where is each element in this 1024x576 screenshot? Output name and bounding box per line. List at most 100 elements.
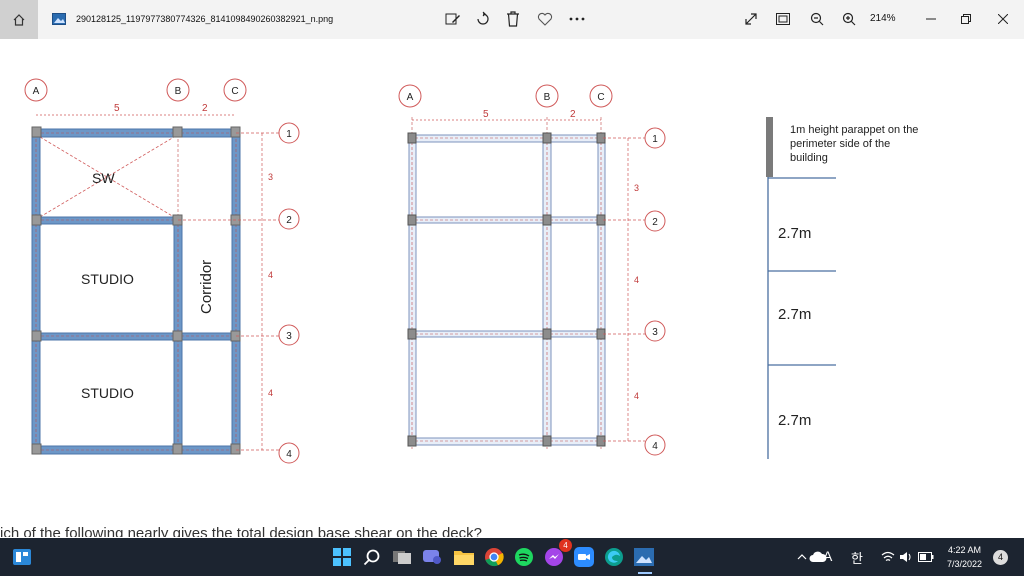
plan2-row-label-2: 2 bbox=[652, 217, 658, 228]
plan1-span-ab: 5 bbox=[114, 103, 120, 114]
plan2-col-label-c: C bbox=[597, 92, 604, 103]
plan2-col-label-a: A bbox=[407, 92, 414, 103]
storey-height-top: 2.7m bbox=[778, 225, 811, 242]
restore-icon bbox=[961, 14, 971, 24]
heart-icon bbox=[537, 12, 553, 26]
close-button[interactable] bbox=[992, 8, 1014, 30]
expand-button[interactable] bbox=[740, 8, 762, 30]
plan1-col-label-b: B bbox=[175, 86, 182, 97]
widgets-icon bbox=[13, 549, 31, 565]
start-button[interactable] bbox=[330, 545, 354, 569]
parapet-note-line-3: building bbox=[790, 152, 828, 164]
notification-center-count[interactable]: 4 bbox=[993, 550, 1008, 565]
zoom-out-button[interactable] bbox=[806, 8, 828, 30]
input-language-a[interactable]: A bbox=[823, 548, 832, 564]
active-app-indicator bbox=[638, 572, 652, 574]
rotate-button[interactable] bbox=[472, 8, 494, 30]
clock-time[interactable]: 4:22 AM bbox=[948, 545, 981, 555]
plan2-row-label-3: 3 bbox=[652, 327, 658, 338]
minimize-icon bbox=[926, 18, 936, 20]
plan2-row-label-4: 4 bbox=[652, 441, 658, 452]
home-icon bbox=[13, 13, 25, 26]
edit-image-icon bbox=[445, 13, 460, 25]
plan2-span-ab: 5 bbox=[483, 109, 489, 120]
widgets-button[interactable] bbox=[10, 545, 34, 569]
parapet-note-line-2: perimeter side of the bbox=[790, 138, 890, 150]
favorite-button[interactable] bbox=[534, 8, 556, 30]
home-button[interactable] bbox=[0, 0, 38, 39]
spotify-icon bbox=[515, 548, 533, 566]
task-view-button[interactable] bbox=[390, 545, 414, 569]
taskbar: 4 A 한 4:22 AM 7/3/2022 4 bbox=[0, 538, 1024, 576]
plan2-span-12: 3 bbox=[634, 183, 639, 193]
task-view-icon bbox=[393, 551, 411, 564]
room-label-corridor: Corridor bbox=[198, 260, 215, 314]
photos-button[interactable] bbox=[632, 545, 656, 569]
chrome-icon bbox=[485, 548, 504, 567]
notification-badge: 4 bbox=[559, 539, 572, 552]
building-elevation: 1m height parappet on the perimeter side… bbox=[766, 117, 918, 459]
photos-icon bbox=[634, 548, 654, 566]
battery-button[interactable] bbox=[914, 545, 938, 569]
plan1-span-bc: 2 bbox=[202, 103, 208, 114]
file-explorer-button[interactable] bbox=[452, 545, 476, 569]
folder-icon bbox=[454, 551, 474, 565]
messenger-button[interactable]: 4 bbox=[542, 539, 572, 569]
plan2-span-bc: 2 bbox=[570, 109, 576, 120]
speaker-icon bbox=[900, 552, 911, 562]
title-bar: 290128125_1197977380774326_8141098490260… bbox=[0, 0, 1024, 39]
delete-button[interactable] bbox=[502, 8, 524, 30]
zoom-in-button[interactable] bbox=[838, 8, 860, 30]
restore-button[interactable] bbox=[955, 8, 977, 30]
plan1-span-12: 3 bbox=[268, 172, 273, 182]
room-label-sw: SW bbox=[92, 170, 115, 186]
storey-height-bottom: 2.7m bbox=[778, 412, 811, 429]
battery-icon bbox=[918, 552, 934, 562]
video-camera-icon bbox=[574, 547, 594, 567]
plan1-span-23: 4 bbox=[268, 270, 273, 280]
zoom-in-icon bbox=[842, 12, 856, 26]
close-icon bbox=[998, 14, 1008, 24]
minimize-button[interactable] bbox=[920, 8, 942, 30]
wifi-icon bbox=[881, 551, 895, 561]
rotate-icon bbox=[477, 11, 489, 25]
search-button[interactable] bbox=[360, 545, 384, 569]
more-icon bbox=[569, 17, 585, 21]
edge-icon bbox=[605, 548, 623, 566]
chrome-button[interactable] bbox=[482, 545, 506, 569]
more-options-button[interactable] bbox=[566, 8, 588, 30]
image-file-icon bbox=[48, 8, 70, 30]
trash-icon bbox=[507, 11, 519, 27]
file-name: 290128125_1197977380774326_8141098490260… bbox=[76, 14, 334, 24]
spotify-button[interactable] bbox=[512, 545, 536, 569]
fit-to-window-button[interactable] bbox=[772, 8, 794, 30]
plan1-row-label-3: 3 bbox=[286, 331, 292, 342]
search-icon bbox=[363, 549, 380, 566]
storey-height-middle: 2.7m bbox=[778, 306, 811, 323]
image-canvas: A B C 5 2 1 2 3 4 3 4 4 SW STUDIO STUDIO bbox=[0, 39, 1024, 538]
windows-logo-icon bbox=[333, 548, 351, 566]
fit-window-icon bbox=[776, 13, 790, 25]
plan2-span-23: 4 bbox=[634, 275, 639, 285]
zoom-level[interactable]: 214% bbox=[870, 13, 896, 24]
edit-image-button[interactable] bbox=[442, 8, 464, 30]
teams-chat-button[interactable] bbox=[420, 545, 444, 569]
input-language-han[interactable]: 한 bbox=[851, 548, 863, 567]
edge-button[interactable] bbox=[602, 545, 626, 569]
expand-icon bbox=[745, 13, 757, 25]
plan1-row-label-4: 4 bbox=[286, 449, 292, 460]
floor-plan-1: A B C 5 2 1 2 3 4 3 4 4 SW STUDIO STUDIO bbox=[24, 78, 300, 464]
plan1-col-label-a: A bbox=[33, 86, 40, 97]
zoom-meeting-button[interactable] bbox=[572, 545, 596, 569]
room-label-studio-1: STUDIO bbox=[81, 271, 134, 287]
zoom-out-icon bbox=[810, 12, 824, 26]
plan2-span-34: 4 bbox=[634, 391, 639, 401]
chat-icon bbox=[423, 550, 441, 564]
room-label-studio-2: STUDIO bbox=[81, 385, 134, 401]
plan1-row-label-1: 1 bbox=[286, 129, 292, 140]
plan2-row-label-1: 1 bbox=[652, 134, 658, 145]
clock-date[interactable]: 7/3/2022 bbox=[947, 559, 982, 569]
plan2-col-label-b: B bbox=[544, 92, 551, 103]
plan1-span-34: 4 bbox=[268, 388, 273, 398]
floor-plan-2: A B C 5 2 1 2 3 4 3 4 4 bbox=[398, 84, 666, 456]
